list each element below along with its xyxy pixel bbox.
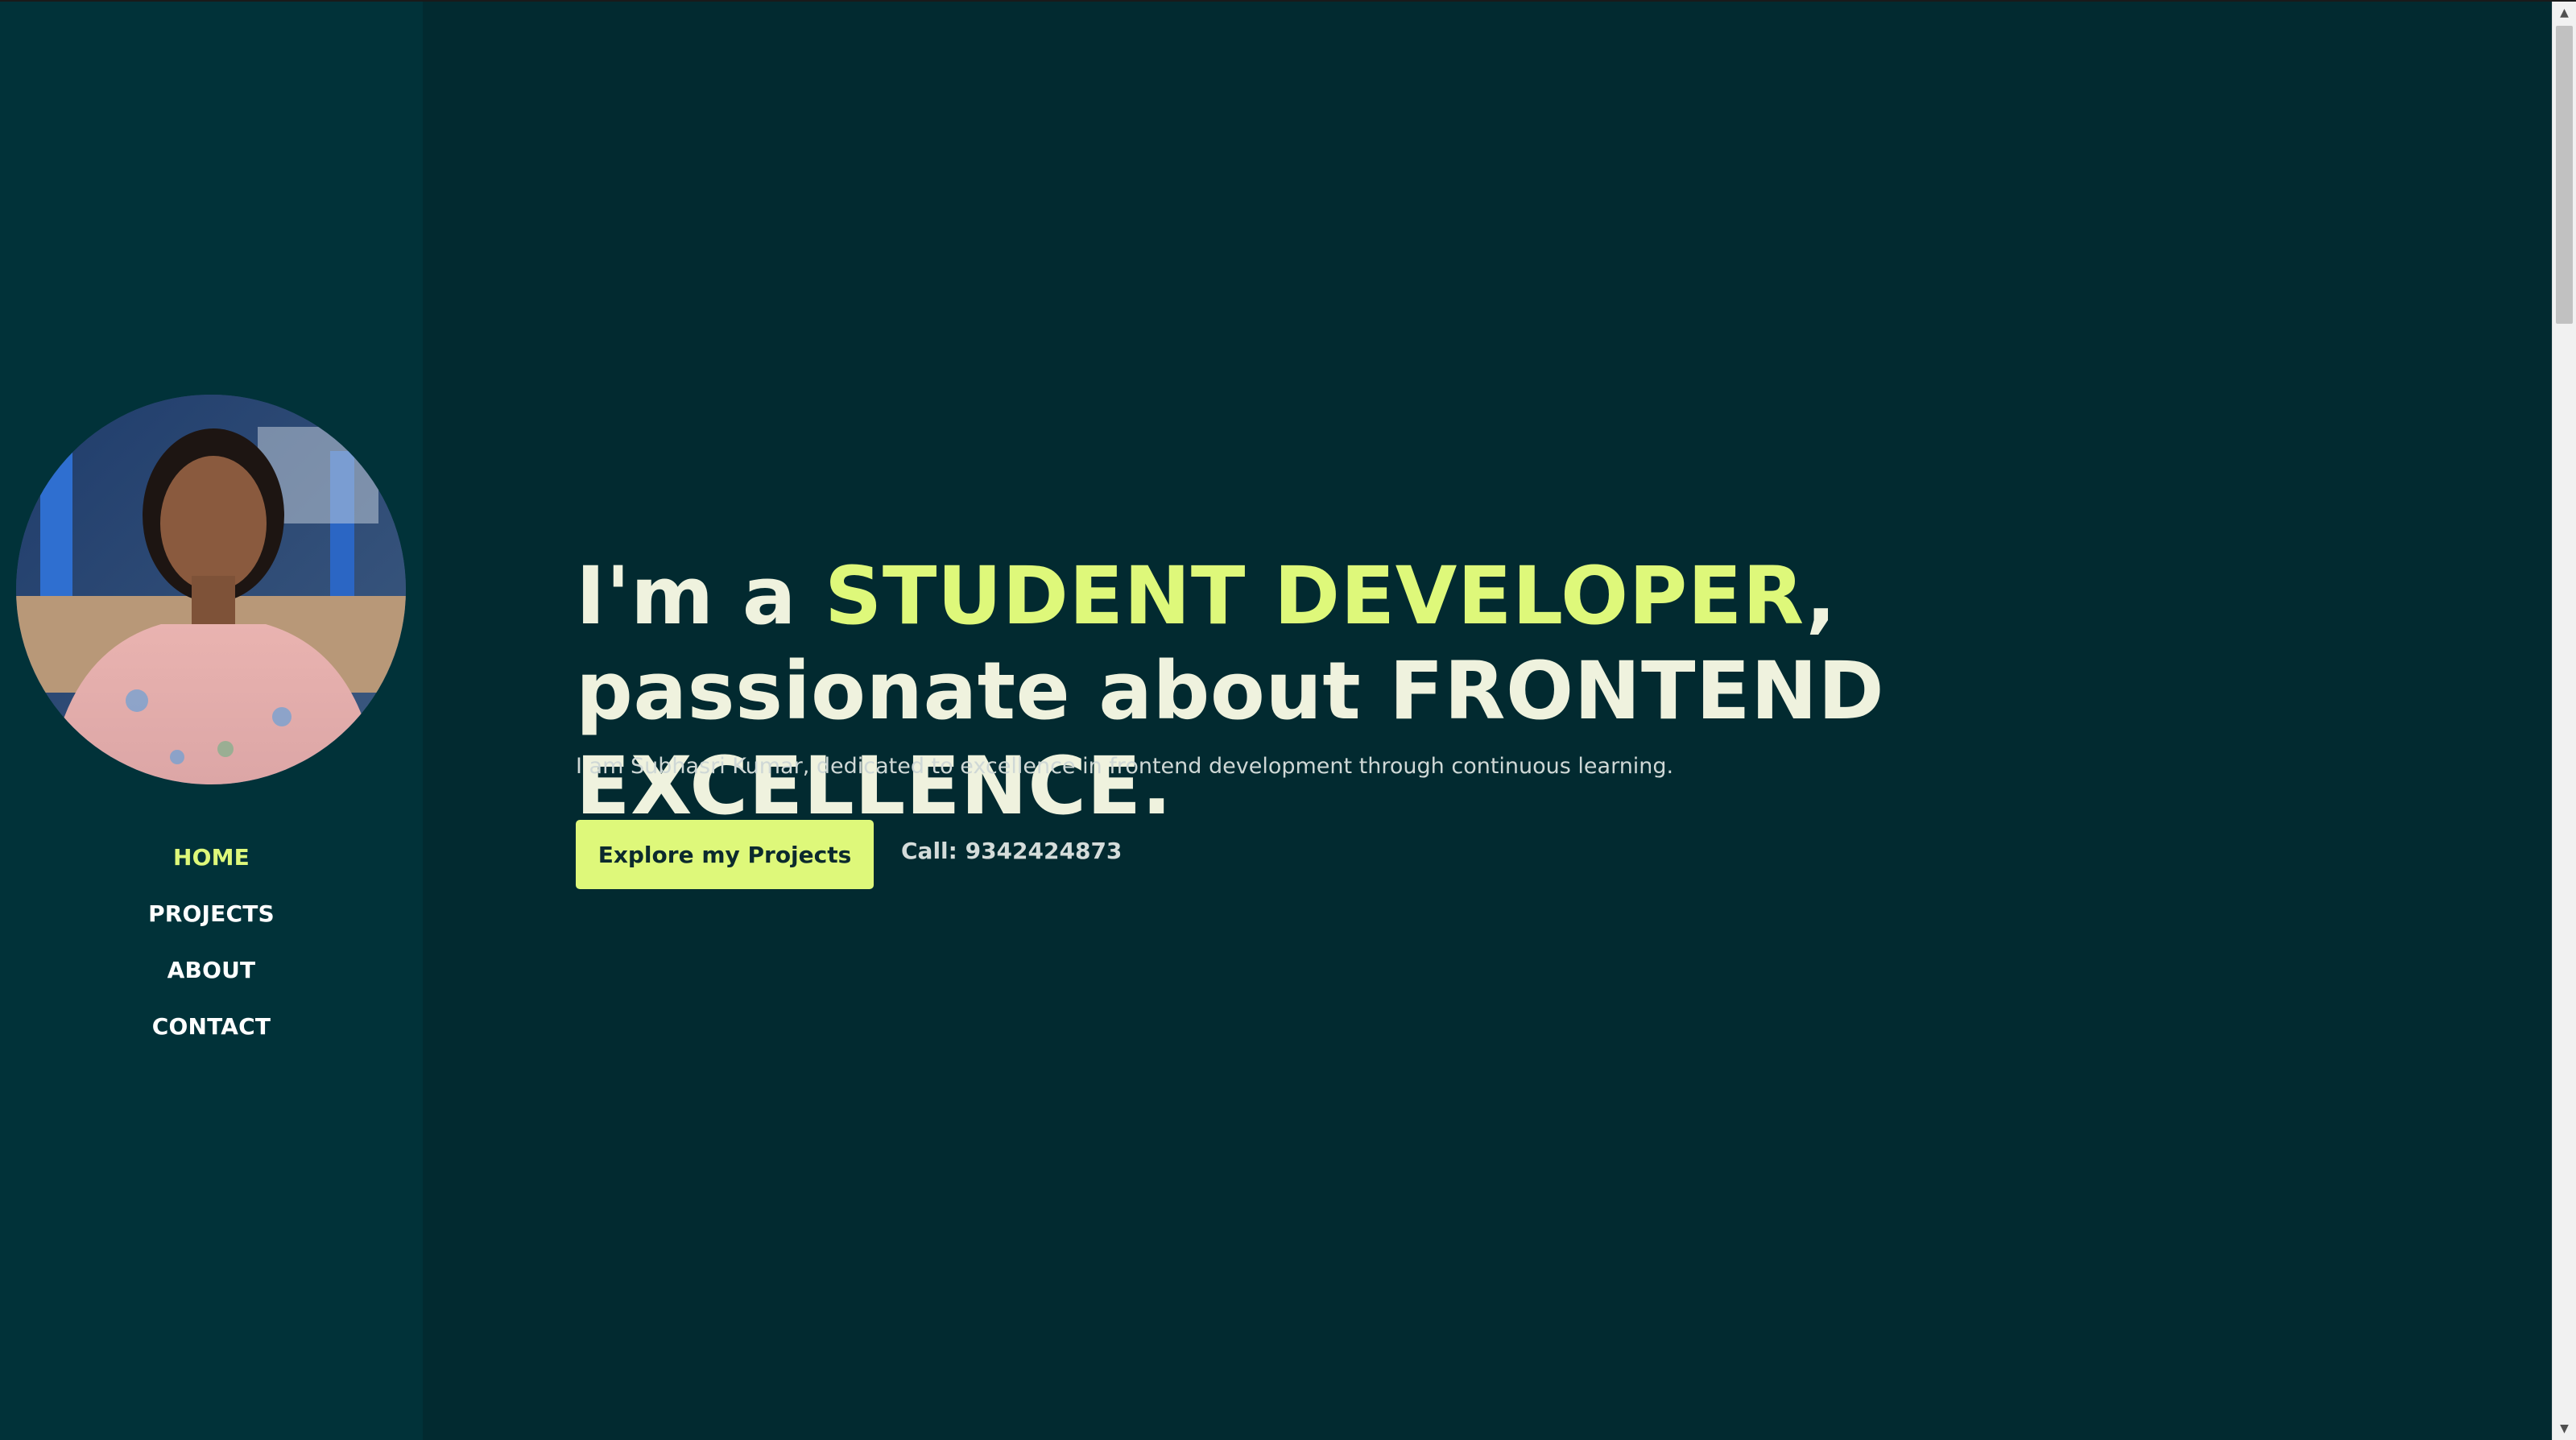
avatar-image (16, 395, 406, 784)
nav-item-about[interactable]: ABOUT (0, 952, 423, 1008)
nav-item-home[interactable]: HOME (0, 839, 423, 896)
hero-subtitle: I am Subhasri Kumar, dedicated to excell… (576, 754, 1674, 779)
explore-projects-button[interactable]: Explore my Projects (576, 820, 874, 889)
scroll-thumb[interactable] (2556, 26, 2573, 324)
call-link[interactable]: Call: 9342424873 (901, 838, 1122, 864)
hero-title: I'm a STUDENT DEVELOPER, passionate abou… (576, 549, 2347, 834)
avatar (16, 395, 406, 784)
hero-title-highlight: STUDENT DEVELOPER (825, 550, 1806, 643)
nav-item-projects[interactable]: PROJECTS (0, 896, 423, 952)
sidebar: HOME PROJECTS ABOUT CONTACT (0, 2, 423, 1440)
scroll-down-arrow-icon[interactable]: ▼ (2553, 1417, 2576, 1440)
vertical-scrollbar[interactable]: ▲ ▼ (2552, 2, 2576, 1440)
sidebar-nav: HOME PROJECTS ABOUT CONTACT (0, 839, 423, 1065)
page-frame: HOME PROJECTS ABOUT CONTACT I'm a STUDEN… (0, 0, 2576, 1440)
main-content: I'm a STUDENT DEVELOPER, passionate abou… (423, 2, 2553, 1440)
hero-title-part1: I'm a (576, 550, 825, 643)
nav-item-contact[interactable]: CONTACT (0, 1008, 423, 1065)
scroll-up-arrow-icon[interactable]: ▲ (2553, 2, 2576, 24)
